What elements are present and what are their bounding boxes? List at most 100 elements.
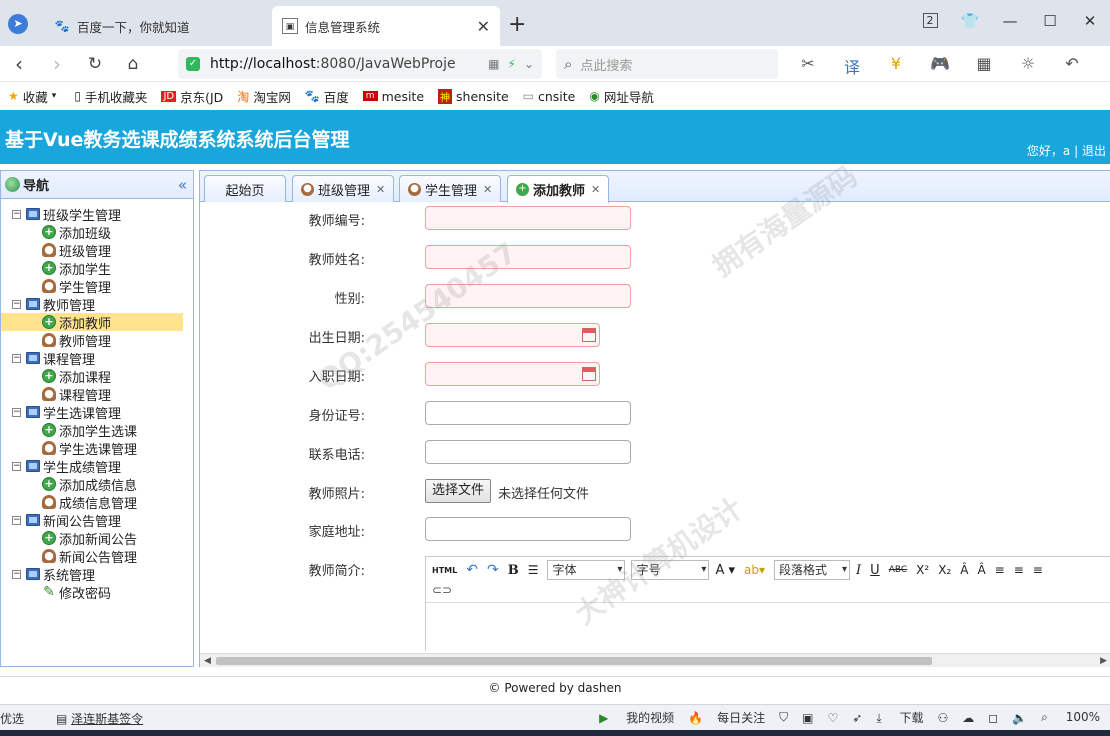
game-icon[interactable]: 🎮 [918, 54, 962, 78]
tab-student-management[interactable]: ● 学生管理 ✕ [399, 175, 502, 202]
gender-input[interactable] [425, 284, 631, 308]
browser-logo-icon[interactable]: ➤ [8, 14, 28, 34]
bookmark-shensite[interactable]: 神 shensite [438, 88, 509, 104]
collapse-toggle-icon[interactable]: − [12, 299, 21, 309]
sidebar-item[interactable]: ● 班级管理 [1, 241, 193, 260]
browser-tab-baidu[interactable]: 🐾 百度一下，你就知道 [44, 6, 270, 46]
new-tab-button[interactable]: + [508, 12, 526, 37]
close-window-button[interactable]: ✕ [1070, 6, 1110, 36]
address-bar[interactable]: ✓ http://localhost:8080/JavaWebProje ▦ ⚡… [178, 49, 542, 79]
subscript-button[interactable]: X₂ [938, 563, 951, 577]
choose-file-button[interactable]: 选择文件 [425, 479, 492, 503]
align-center-icon[interactable]: ≡ [1014, 563, 1024, 577]
format-painter-icon[interactable]: Â [960, 563, 968, 577]
status-recommend[interactable]: 优选 [0, 710, 24, 727]
sidebar-item[interactable]: ● 教师管理 [1, 331, 193, 350]
close-tab-icon[interactable]: ✕ [477, 17, 490, 36]
tab-home[interactable]: 起始页 [204, 175, 286, 202]
tab-count-badge[interactable]: 2 [910, 6, 950, 36]
close-icon[interactable]: ✕ [483, 183, 492, 196]
undo-icon[interactable]: ↶ [1050, 54, 1094, 78]
undo-icon[interactable]: ↶ [466, 562, 478, 578]
phone-input[interactable] [425, 440, 631, 464]
font-color-button[interactable]: A ▾ [715, 563, 735, 578]
translate-icon[interactable]: 译 [830, 54, 874, 78]
bold-button[interactable]: B [508, 563, 519, 578]
games-icon[interactable]: ⚇ [937, 711, 948, 725]
sidebar-item[interactable]: + 添加成绩信息 [1, 475, 193, 494]
chevron-down-icon[interactable]: ⌄ [524, 57, 534, 71]
volume-icon[interactable]: 🔈 [1012, 711, 1027, 725]
menu-icon[interactable]: ≡ [1094, 54, 1110, 78]
collapse-toggle-icon[interactable]: − [12, 209, 21, 219]
align-left-icon[interactable]: ≡ [995, 563, 1005, 577]
link-icon[interactable]: ⊂⊃ [432, 583, 452, 597]
sidebar-group[interactable]: − 班级学生管理 [1, 205, 193, 224]
close-icon[interactable]: ✕ [591, 183, 600, 196]
shield-icon[interactable]: ⛉ [779, 710, 788, 725]
url-text[interactable]: http://localhost:8080/JavaWebProje [210, 56, 480, 72]
lightning-icon[interactable]: ⚡ [508, 57, 516, 71]
clear-format-icon[interactable]: ☰ [528, 563, 539, 577]
brightness-icon[interactable]: ☼ [1006, 54, 1050, 78]
browser-tab-active[interactable]: ▣ 信息管理系统 ✕ [272, 6, 500, 46]
back-button[interactable]: ‹ [0, 52, 38, 76]
apps-grid-icon[interactable]: ▦ [962, 54, 1006, 78]
bookmark-mobile[interactable]: ▯ 手机收藏夹 [74, 87, 147, 106]
font-family-select[interactable]: 字体 [547, 560, 626, 580]
collapse-toggle-icon[interactable]: − [12, 569, 21, 579]
image-icon[interactable]: ▣ [802, 711, 813, 725]
collapse-toggle-icon[interactable]: − [12, 353, 21, 363]
search-box[interactable]: ⌕ 点此搜索 [556, 49, 778, 79]
bookmark-mesite[interactable]: m mesite [362, 89, 424, 104]
sidebar-item[interactable]: ● 成绩信息管理 [1, 493, 193, 512]
bookmark-favorites[interactable]: ★ 收藏 ▾ [8, 87, 60, 106]
cloud-icon[interactable]: ☁ [962, 711, 974, 725]
daily-focus-button[interactable]: 🔥 每日关注 [688, 709, 765, 726]
sidebar-item[interactable]: ● 新闻公告管理 [1, 547, 193, 566]
sidebar-group[interactable]: − 教师管理 [1, 295, 193, 314]
sidebar-item[interactable]: + 添加教师 [1, 313, 183, 332]
home-button[interactable]: ⌂ [114, 54, 152, 74]
redo-icon[interactable]: ↷ [487, 562, 499, 578]
my-video-button[interactable]: ▶ 我的视频 [599, 709, 674, 726]
sidebar-group[interactable]: − 新闻公告管理 [1, 511, 193, 530]
font-size-select[interactable]: 字号 [631, 560, 710, 580]
sidebar-item[interactable]: ✎ 修改密码 [1, 583, 193, 602]
clear-style-icon[interactable]: Â [977, 563, 985, 577]
hire-date-input[interactable] [425, 362, 600, 386]
tab-add-teacher[interactable]: + 添加教师 ✕ [507, 175, 610, 203]
scroll-right-arrow-icon[interactable]: ▶ [1100, 654, 1107, 668]
bookmark-jd[interactable]: JD 京东(JD [161, 87, 223, 106]
qr-code-icon[interactable]: ▦ [488, 57, 499, 71]
logout-link[interactable]: 退出 [1082, 144, 1106, 158]
address-input[interactable] [425, 517, 631, 541]
calendar-icon[interactable] [582, 367, 596, 381]
underline-button[interactable]: U [870, 563, 880, 578]
editor-body[interactable] [426, 603, 1110, 651]
paragraph-format-select[interactable]: 段落格式 [774, 560, 851, 580]
heart-icon[interactable]: ♡ [827, 711, 838, 725]
collapse-sidebar-icon[interactable]: « [178, 176, 187, 194]
calendar-icon[interactable] [582, 328, 596, 342]
download-button[interactable]: ⤓ 下载 [876, 709, 923, 726]
bookmark-taobao[interactable]: 淘淘宝网 [237, 87, 291, 106]
html-source-button[interactable]: HTML [432, 566, 457, 575]
name-input[interactable] [425, 245, 631, 269]
status-news-link[interactable]: ▤ 泽连斯基签令 [56, 710, 143, 727]
zoom-level[interactable]: ⌕ 100% [1041, 710, 1100, 725]
sidebar-group[interactable]: − 学生成绩管理 [1, 457, 193, 476]
align-right-icon[interactable]: ≡ [1033, 563, 1043, 577]
birth-date-input[interactable] [425, 323, 600, 347]
sidebar-group[interactable]: − 课程管理 [1, 349, 193, 368]
window-icon[interactable]: ◻ [988, 711, 998, 725]
collapse-toggle-icon[interactable]: − [12, 515, 21, 525]
scissors-icon[interactable]: ✂ [786, 54, 830, 78]
teacher-no-input[interactable] [425, 206, 631, 230]
highlight-icon[interactable]: ab▾ [744, 563, 765, 577]
bookmark-baidu[interactable]: 🐾 百度 [305, 87, 349, 106]
rocket-icon[interactable]: ➶ [852, 711, 862, 725]
sidebar-item[interactable]: + 添加学生 [1, 259, 193, 278]
maximize-button[interactable]: ☐ [1030, 6, 1070, 36]
tab-class-management[interactable]: ● 班级管理 ✕ [292, 175, 395, 202]
